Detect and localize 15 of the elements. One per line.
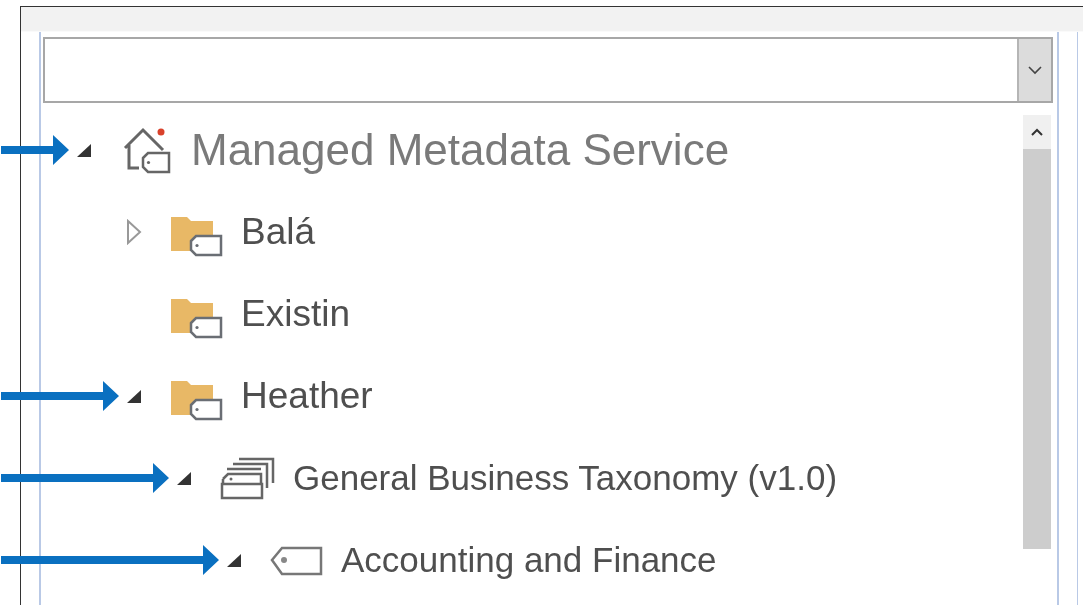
- tree-item-label[interactable]: Accounting and Finance: [341, 540, 717, 580]
- scrollbar-thumb[interactable]: [1023, 149, 1051, 549]
- collapsed-triangle-icon[interactable]: [125, 219, 143, 245]
- dropdown-field[interactable]: [43, 37, 1053, 103]
- chevron-up-icon[interactable]: [1031, 128, 1043, 136]
- tree-item-label[interactable]: Balá: [241, 211, 316, 253]
- expanded-triangle-icon[interactable]: [75, 141, 93, 159]
- expanded-triangle-icon[interactable]: [225, 551, 243, 569]
- tree-item-label[interactable]: Existin: [241, 293, 350, 335]
- expanded-triangle-icon[interactable]: [175, 469, 193, 487]
- expanded-triangle-icon[interactable]: [125, 387, 143, 405]
- tree-item-label[interactable]: Managed Metadata Service: [191, 125, 730, 175]
- chevron-down-icon: [1028, 65, 1042, 75]
- tree-item-label[interactable]: General Business Taxonomy (v1.0): [293, 458, 838, 498]
- tree-item-label[interactable]: Heather: [241, 375, 373, 417]
